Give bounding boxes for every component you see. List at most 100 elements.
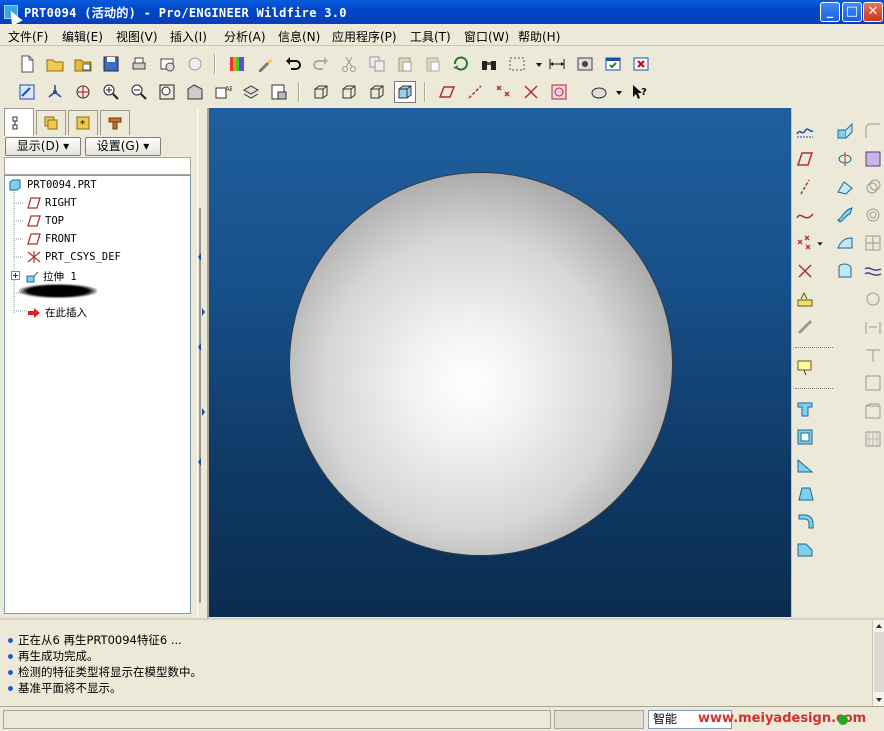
fill-tool-icon[interactable] [862,400,884,422]
reference-feature-icon[interactable] [794,316,816,338]
graphics-window[interactable] [209,108,791,617]
draft-tool-icon[interactable] [794,482,816,504]
analysis-feature-icon[interactable] [794,288,816,310]
tree-item-top[interactable]: TOP [27,215,64,227]
style-tool-icon[interactable] [834,260,856,282]
tree-item-extrude[interactable]: 拉伸 1 [11,269,77,284]
message-scrollbar[interactable] [872,620,884,707]
repaint-icon[interactable] [16,81,38,103]
close-window-icon[interactable] [630,53,652,75]
zoom-out-icon[interactable] [128,81,150,103]
menu-tools[interactable]: 工具(T) [410,28,451,45]
zoom-in-icon[interactable] [100,81,122,103]
connections-tab[interactable] [100,110,130,135]
copy-feature-icon[interactable] [862,176,884,198]
paste-special-icon[interactable] [422,53,444,75]
extend-icon[interactable] [862,120,884,142]
insert-here-marker[interactable]: 在此插入 [27,305,87,320]
chevron-down-icon[interactable] [608,81,630,103]
send-mail-icon[interactable] [156,53,178,75]
favorites-tab[interactable]: * [68,110,98,135]
refit-icon[interactable] [156,81,178,103]
title-bar[interactable]: PRT0094 (活动的) - Pro/ENGINEER Wildfire 3.… [0,0,884,26]
tree-item-csys[interactable]: PRT_CSYS_DEF [27,251,121,263]
menu-insert[interactable]: 插入(I) [170,28,207,45]
open-folder-icon[interactable] [44,53,66,75]
paste-icon[interactable] [394,53,416,75]
revolve-tool-icon[interactable] [834,148,856,170]
find-binoculars-icon[interactable] [478,53,500,75]
menu-edit[interactable]: 编辑(E) [62,28,103,45]
shell-grid-icon[interactable] [862,428,884,450]
datum-point-display-icon[interactable] [492,81,514,103]
undo-icon[interactable] [282,53,304,75]
shading-icon[interactable] [394,81,416,103]
settings-dropdown-button[interactable]: 设置(G) ▾ [85,137,161,156]
hidden-line-icon[interactable] [338,81,360,103]
save-icon[interactable] [100,53,122,75]
selection-box-icon[interactable] [506,53,528,75]
datum-plane-tool-icon[interactable] [794,148,816,170]
sphere-model[interactable] [290,173,672,555]
datum-curve-tool-icon[interactable] [794,204,816,226]
spin-center-icon[interactable] [44,81,66,103]
redo-icon[interactable] [310,53,332,75]
tree-item-right[interactable]: RIGHT [27,197,77,209]
minimize-button[interactable]: _ [820,2,840,22]
regenerate-icon[interactable] [450,53,472,75]
context-help-icon[interactable]: ? [628,81,650,103]
datum-plane-display-icon[interactable] [436,81,458,103]
saved-views-icon[interactable]: AB [212,81,234,103]
trim-tool-icon[interactable] [862,344,884,366]
round-tool-icon[interactable] [794,510,816,532]
chamfer-tool-icon[interactable] [794,538,816,560]
boundary-blend-icon[interactable] [834,232,856,254]
view-manager-icon[interactable] [268,81,290,103]
orient-mode-icon[interactable] [72,81,94,103]
show-dropdown-button[interactable]: 显示(D) ▾ [5,137,81,156]
expand-plus-icon[interactable] [11,270,21,283]
layers-tab[interactable] [36,110,66,135]
layers-icon[interactable] [240,81,262,103]
datum-axis-tool-icon[interactable] [794,176,816,198]
appearance-gallery-icon[interactable] [226,53,248,75]
reorient-icon[interactable] [184,81,206,103]
datum-axis-display-icon[interactable] [464,81,486,103]
print-icon[interactable] [128,53,150,75]
chevron-down-icon[interactable] [814,232,826,254]
thicken-tool-icon[interactable] [862,232,884,254]
cut-icon[interactable] [338,53,360,75]
menu-analysis[interactable]: 分析(A) [224,28,266,45]
panel-splitter[interactable] [197,108,209,618]
help-tools-icon[interactable] [588,81,610,103]
sketch-tool-icon[interactable] [794,120,816,142]
csys-display-icon[interactable] [520,81,542,103]
hole-tool-icon[interactable] [794,398,816,420]
annotation-display-icon[interactable] [548,81,570,103]
warp-tool-icon[interactable] [862,260,884,282]
intersect-tool-icon[interactable] [862,372,884,394]
merge-tool-icon[interactable] [862,316,884,338]
copy-icon[interactable] [366,53,388,75]
menu-window[interactable]: 窗口(W) [464,28,509,45]
wireframe-icon[interactable] [310,81,332,103]
send-link-icon[interactable] [184,53,206,75]
close-button[interactable]: ✕ [863,2,883,22]
no-hidden-icon[interactable] [366,81,388,103]
window-activate-icon[interactable] [602,53,624,75]
menu-file[interactable]: 文件(F) [8,28,48,45]
solidify-tool-icon[interactable] [862,288,884,310]
csys-tool-icon[interactable] [794,260,816,282]
open-recent-icon[interactable] [72,53,94,75]
rib-tool-icon[interactable] [794,454,816,476]
datum-point-tool-icon[interactable] [794,232,816,254]
tree-root-part[interactable]: PRT0094.PRT [9,179,97,191]
offset-tool-icon[interactable] [862,204,884,226]
note-tool-icon[interactable] [794,356,816,378]
menu-info[interactable]: 信息(N) [278,28,320,45]
maximize-button[interactable]: □ [842,2,862,22]
blend-tool-icon[interactable] [834,204,856,226]
extrude-tool-icon[interactable] [834,120,856,142]
edit-appearance-icon[interactable] [254,53,276,75]
menu-applications[interactable]: 应用程序(P) [332,28,397,45]
